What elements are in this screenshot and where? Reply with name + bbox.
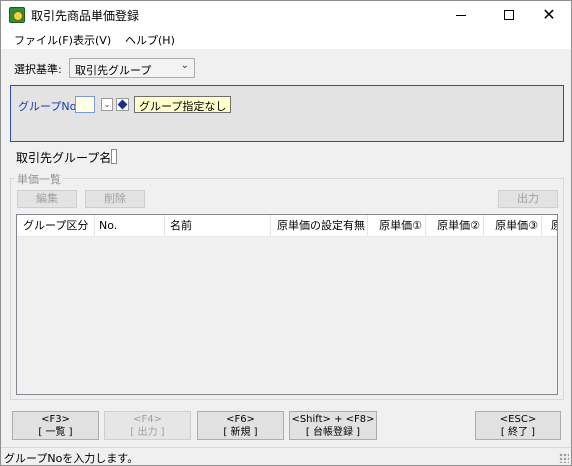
shift-f8-register-button[interactable]: <Shift> + <F8> [ 台帳登録 ] [289,411,377,440]
selection-value: 取引先グループ [75,64,152,77]
selection-criterion-select[interactable]: 取引先グループ ⌄ [69,58,195,78]
group-no-input[interactable] [75,96,95,113]
f3-action-label: [ 一覧 ] [38,427,73,438]
f4-key-label: <F4> [133,414,162,425]
column-header-cost-setting[interactable]: 原単価の設定有無 [271,215,368,237]
price-list-legend: 単価一覧 [15,171,63,187]
f6-new-button[interactable]: <F6> [ 新規 ] [197,411,284,440]
resize-grip-icon[interactable] [559,453,569,463]
f4-action-label: [ 出力 ] [130,427,165,438]
minimize-button[interactable] [439,1,483,29]
column-header-no[interactable]: No. [95,215,165,237]
f3-list-button[interactable]: <F3> [ 一覧 ] [12,411,99,440]
f4-output-button[interactable]: <F4> [ 出力 ] [104,411,191,440]
f6-key-label: <F6> [226,414,255,425]
column-header-cost-1[interactable]: 原単価① [368,215,426,237]
close-button[interactable]: ✕ [527,1,571,29]
close-icon: ✕ [542,5,556,24]
group-tooltip: グループ指定なし [134,96,232,113]
group-name-label: 取引先グループ名: [16,151,116,165]
esc-action-label: [ 終了 ] [500,427,536,438]
delete-button[interactable]: 削除 [85,190,145,208]
menu-bar: ファイル(F) 表示(V) ヘルプ(H) [1,29,571,49]
column-header-cost-3[interactable]: 原単価③ [484,215,542,237]
chevron-down-icon: ⌄ [180,60,189,71]
output-button[interactable]: 出力 [498,190,558,208]
esc-key-label: <ESC> [499,414,537,425]
group-dropdown-button[interactable]: ⌄ [101,98,113,111]
window-title: 取引先商品単価登録 [31,9,140,23]
diamond-icon [117,99,128,110]
menu-help[interactable]: ヘルプ(H) [125,32,175,48]
group-panel: グループNo. ⌄ グループ指定なし [10,85,564,142]
group-no-label: グループNo. [18,100,80,113]
group-name-field [111,149,117,164]
price-grid[interactable]: グループ区分 No. 名前 原単価の設定有無 原単価① 原単価② 原単価③ 原 [16,214,558,395]
selection-label: 選択基準: [14,63,62,76]
shift-f8-action-label: [ 台帳登録 ] [305,427,361,438]
column-header-group-type[interactable]: グループ区分 [17,215,95,237]
chevron-down-icon: ⌄ [103,100,111,109]
title-bar: 取引先商品単価登録 ✕ [1,1,571,29]
edit-button[interactable]: 編集 [17,190,77,208]
status-text: グループNoを入力します。 [4,452,139,465]
group-search-button[interactable] [116,98,129,111]
grid-header: グループ区分 No. 名前 原単価の設定有無 原単価① 原単価② 原単価③ 原 [17,215,557,237]
minimize-icon [456,15,466,16]
f3-key-label: <F3> [41,414,70,425]
column-header-cost-2[interactable]: 原単価② [426,215,484,237]
maximize-button[interactable] [487,1,531,29]
app-icon [9,7,25,23]
main-window: 取引先商品単価登録 ✕ ファイル(F) 表示(V) ヘルプ(H) 選択基準: 取… [0,0,572,466]
menu-view[interactable]: 表示(V) [73,32,111,48]
f6-action-label: [ 新規 ] [223,427,258,438]
shift-f8-key-label: <Shift> + <F8> [291,414,375,425]
status-bar: グループNoを入力します。 [1,447,571,465]
column-header-truncated[interactable]: 原 [542,215,557,237]
menu-file[interactable]: ファイル(F) [14,32,73,48]
column-header-name[interactable]: 名前 [165,215,271,237]
maximize-icon [504,10,514,20]
esc-exit-button[interactable]: <ESC> [ 終了 ] [475,411,561,440]
